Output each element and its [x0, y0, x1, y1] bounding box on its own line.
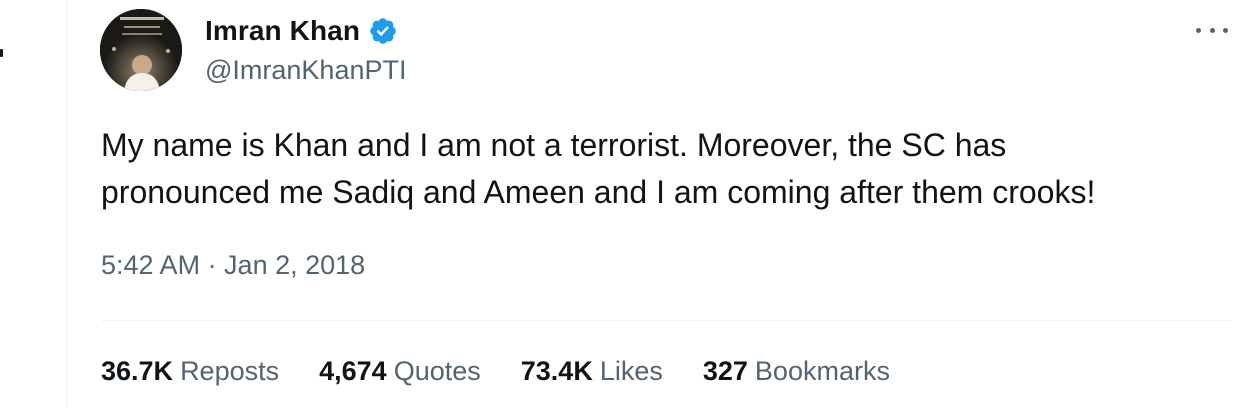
reposts-label: Reposts — [180, 356, 280, 386]
bookmarks-label: Bookmarks — [754, 356, 890, 386]
column-divider — [67, 0, 68, 408]
more-dot — [1196, 27, 1201, 33]
tweet-timestamp[interactable]: 5:42 AM · Jan 2, 2018 — [101, 250, 365, 281]
more-options-icon[interactable] — [1196, 18, 1228, 42]
tweet-text-line: My name is Khan and I am not a terrorist… — [101, 127, 1007, 163]
quotes-label: Quotes — [393, 356, 481, 386]
bookmarks-count: 327 — [702, 356, 748, 386]
stats-divider — [101, 320, 1231, 321]
reposts-count: 36.7K — [101, 356, 174, 386]
stat-quotes[interactable]: 4,674 Quotes — [319, 356, 481, 387]
more-dot — [1223, 27, 1228, 33]
avatar-image — [100, 9, 182, 91]
engagement-stats: 36.7K Reposts 4,674 Quotes 73.4K Likes 327 B… — [101, 356, 930, 387]
left-edge-marker — [0, 49, 3, 57]
tweet-text-line: pronounced me Sadiq and Ameen and I am c… — [101, 174, 1096, 210]
author-display-name[interactable]: Imran Khan — [205, 15, 360, 47]
tweet-detail-view: Imran Khan @ImranKhanPTI My name is Khan… — [0, 0, 1249, 408]
verified-badge-icon — [368, 16, 398, 46]
author-handle[interactable]: @ImranKhanPTI — [205, 55, 407, 86]
likes-count: 73.4K — [520, 356, 593, 386]
avatar[interactable] — [100, 9, 182, 91]
stat-likes[interactable]: 73.4K Likes — [521, 356, 663, 387]
likes-label: Likes — [599, 356, 663, 386]
more-dot — [1209, 27, 1215, 33]
timestamp-link[interactable]: 5:42 AM · Jan 2, 2018 — [101, 250, 365, 280]
stat-bookmarks[interactable]: 327 Bookmarks — [703, 356, 890, 387]
stat-reposts[interactable]: 36.7K Reposts — [101, 356, 279, 387]
tweet-text: My name is Khan and I am not a terrorist… — [101, 122, 1221, 216]
author-name-row[interactable]: Imran Khan — [205, 14, 398, 48]
quotes-count: 4,674 — [319, 356, 387, 386]
